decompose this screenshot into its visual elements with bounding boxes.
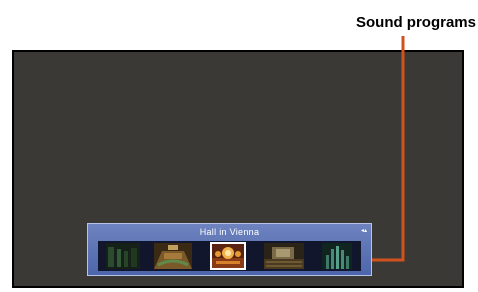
dim-hall-thumbnail-icon (106, 243, 140, 269)
auditorium-thumbnail-icon (154, 243, 192, 269)
chandelier-hall-thumbnail-icon (212, 244, 244, 268)
program-name: Hall in Vienna (199, 227, 260, 237)
callout-label: Sound programs (355, 14, 476, 31)
program-thumbnail[interactable] (154, 243, 192, 269)
program-thumbnail[interactable] (322, 243, 352, 269)
organ-hall-thumbnail-icon (322, 243, 352, 269)
left-up-arrows-icon: ◂▴ (360, 227, 367, 234)
program-thumbnail[interactable] (106, 243, 140, 269)
program-thumbnail[interactable] (264, 243, 304, 269)
program-thumbnail-strip (98, 241, 361, 271)
theater-stage-thumbnail-icon (264, 243, 304, 269)
sound-program-osd: Hall in Vienna ◂▴ (87, 223, 372, 276)
program-thumbnail-selected[interactable] (210, 242, 246, 270)
